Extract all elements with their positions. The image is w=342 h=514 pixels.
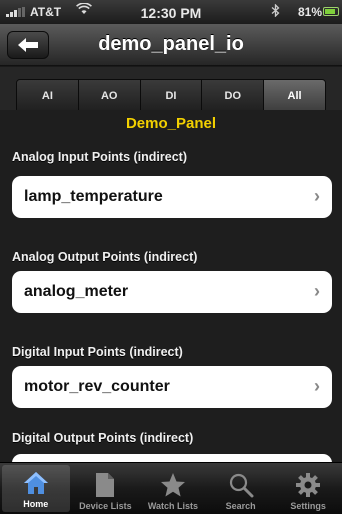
list-item-digital-input[interactable]: motor_rev_counter › [12, 366, 332, 408]
tab-label: Settings [290, 501, 326, 511]
segment-di[interactable]: DI [140, 80, 203, 112]
clock: 12:30 PM [140, 5, 202, 21]
star-icon [158, 471, 188, 499]
tab-search[interactable]: Search [207, 463, 275, 514]
list-item-analog-output[interactable]: analog_meter › [12, 271, 332, 313]
points-list[interactable]: Demo_Panel Analog Input Points (indirect… [0, 110, 342, 462]
segment-do[interactable]: DO [202, 80, 265, 112]
page-title: demo_panel_io [98, 33, 244, 55]
status-bar: AT&T 12:30 PM 81% [0, 0, 342, 24]
navigation-bar: demo_panel_io [0, 24, 342, 66]
segment-ai[interactable]: AI [17, 80, 79, 112]
bluetooth-icon [271, 3, 280, 20]
list-item-label: motor_rev_counter [24, 378, 170, 395]
document-icon [90, 471, 120, 499]
home-icon [21, 469, 51, 497]
tab-label: Home [23, 499, 49, 509]
segment-all[interactable]: All [264, 80, 325, 112]
chevron-right-icon: › [314, 376, 320, 396]
list-item-analog-input[interactable]: lamp_temperature › [12, 176, 332, 218]
section-header-digital-input: Digital Input Points (indirect) [12, 345, 183, 359]
section-header-analog-output: Analog Output Points (indirect) [12, 250, 198, 264]
section-header-analog-input: Analog Input Points (indirect) [12, 150, 187, 164]
segment-ao[interactable]: AO [78, 80, 141, 112]
tab-bar: Home Device Lists Watch Lists Search Set… [0, 462, 342, 514]
tab-label: Watch Lists [147, 501, 199, 511]
battery-icon [323, 7, 339, 16]
tab-watch-lists[interactable]: Watch Lists [139, 463, 207, 514]
tab-home[interactable]: Home [2, 465, 70, 512]
tab-settings[interactable]: Settings [274, 463, 342, 514]
tab-device-lists[interactable]: Device Lists [72, 463, 140, 514]
tab-label: Search [225, 501, 256, 511]
chevron-right-icon: › [314, 186, 320, 206]
battery-percent: 81% [297, 5, 322, 19]
search-icon [226, 471, 256, 499]
tab-label: Device Lists [79, 501, 132, 511]
panel-title: Demo_Panel [125, 115, 217, 132]
gear-icon [293, 471, 323, 499]
section-header-digital-output: Digital Output Points (indirect) [12, 431, 194, 445]
list-item-digital-output[interactable] [12, 454, 332, 462]
point-type-segmented-control: AI AO DI DO All [16, 79, 326, 113]
chevron-right-icon: › [314, 281, 320, 301]
list-item-label: lamp_temperature [24, 188, 163, 205]
list-item-label: analog_meter [24, 283, 129, 300]
